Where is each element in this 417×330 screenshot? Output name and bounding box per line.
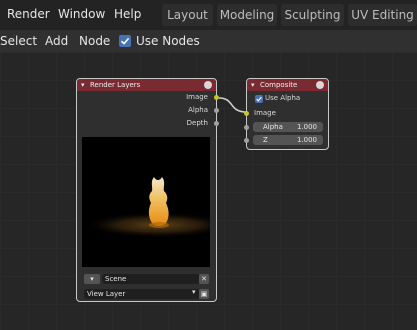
z-value: 1.000: [296, 136, 317, 144]
alpha-label: Alpha: [263, 123, 283, 131]
node-menu[interactable]: Node: [79, 34, 110, 48]
output-socket-alpha[interactable]: [214, 108, 219, 113]
tab-uv-editing[interactable]: UV Editing: [348, 4, 417, 26]
input-label-image: Image: [254, 109, 276, 117]
node-header[interactable]: ▾ Composite: [247, 79, 328, 91]
input-socket-image[interactable]: [244, 111, 249, 116]
alpha-field[interactable]: Alpha 1.000: [253, 122, 323, 132]
render-layers-node[interactable]: ▾ Render Layers Image Alpha Depth ▾ Scen…: [76, 78, 219, 302]
composite-node[interactable]: ▾ Composite Use Alpha Image Alpha 1.000 …: [244, 78, 329, 150]
blender-window: { "menu": { "render": "Render", "window"…: [0, 0, 417, 330]
use-alpha-checkbox[interactable]: [255, 95, 263, 103]
menu-window[interactable]: Window: [58, 7, 105, 21]
node-title: Render Layers: [90, 81, 141, 89]
input-socket-z[interactable]: [244, 138, 249, 143]
output-socket-image[interactable]: [214, 95, 219, 100]
render-preview: [82, 137, 210, 267]
view-layer-field[interactable]: View Layer: [84, 289, 200, 299]
z-label: Z: [263, 136, 268, 144]
use-nodes-label: Use Nodes: [136, 34, 200, 48]
select-menu[interactable]: Select: [0, 34, 37, 48]
scene-field[interactable]: Scene: [102, 274, 200, 284]
alpha-value: 1.000: [296, 123, 317, 131]
tab-sculpting[interactable]: Sculpting: [281, 4, 344, 26]
output-socket-depth[interactable]: [214, 121, 219, 126]
checkmark-icon: [256, 96, 262, 102]
globe-icon: [204, 81, 212, 89]
menu-render[interactable]: Render: [7, 7, 50, 21]
output-label-alpha: Alpha: [188, 106, 208, 114]
render-icon[interactable]: ▣: [199, 289, 209, 299]
globe-icon: [316, 81, 324, 89]
node-editor-header: Select Add Node Use Nodes: [0, 30, 417, 52]
use-nodes-checkbox[interactable]: [119, 35, 131, 47]
clear-scene-icon[interactable]: ✕: [199, 274, 209, 284]
tab-layout[interactable]: Layout: [162, 4, 213, 26]
checkmark-icon: [120, 37, 130, 45]
input-socket-alpha[interactable]: [244, 125, 249, 130]
tab-modeling[interactable]: Modeling: [217, 4, 277, 26]
collapse-arrow-icon[interactable]: ▾: [251, 79, 255, 91]
collapse-arrow-icon[interactable]: ▾: [81, 79, 85, 91]
scene-browse-button[interactable]: ▾: [84, 274, 100, 284]
add-menu[interactable]: Add: [45, 34, 68, 48]
node-title: Composite: [260, 81, 298, 89]
node-canvas[interactable]: ▾ Render Layers Image Alpha Depth ▾ Scen…: [0, 52, 417, 330]
z-field[interactable]: Z 1.000: [253, 135, 323, 145]
output-label-depth: Depth: [186, 119, 208, 127]
use-alpha-label: Use Alpha: [265, 94, 301, 102]
node-header[interactable]: ▾ Render Layers: [77, 79, 216, 91]
chevron-down-icon[interactable]: ▾: [192, 288, 196, 296]
top-bar: Render Window Help Layout Modeling Sculp…: [0, 0, 417, 30]
menu-help[interactable]: Help: [114, 7, 141, 21]
output-label-image: Image: [186, 93, 208, 101]
